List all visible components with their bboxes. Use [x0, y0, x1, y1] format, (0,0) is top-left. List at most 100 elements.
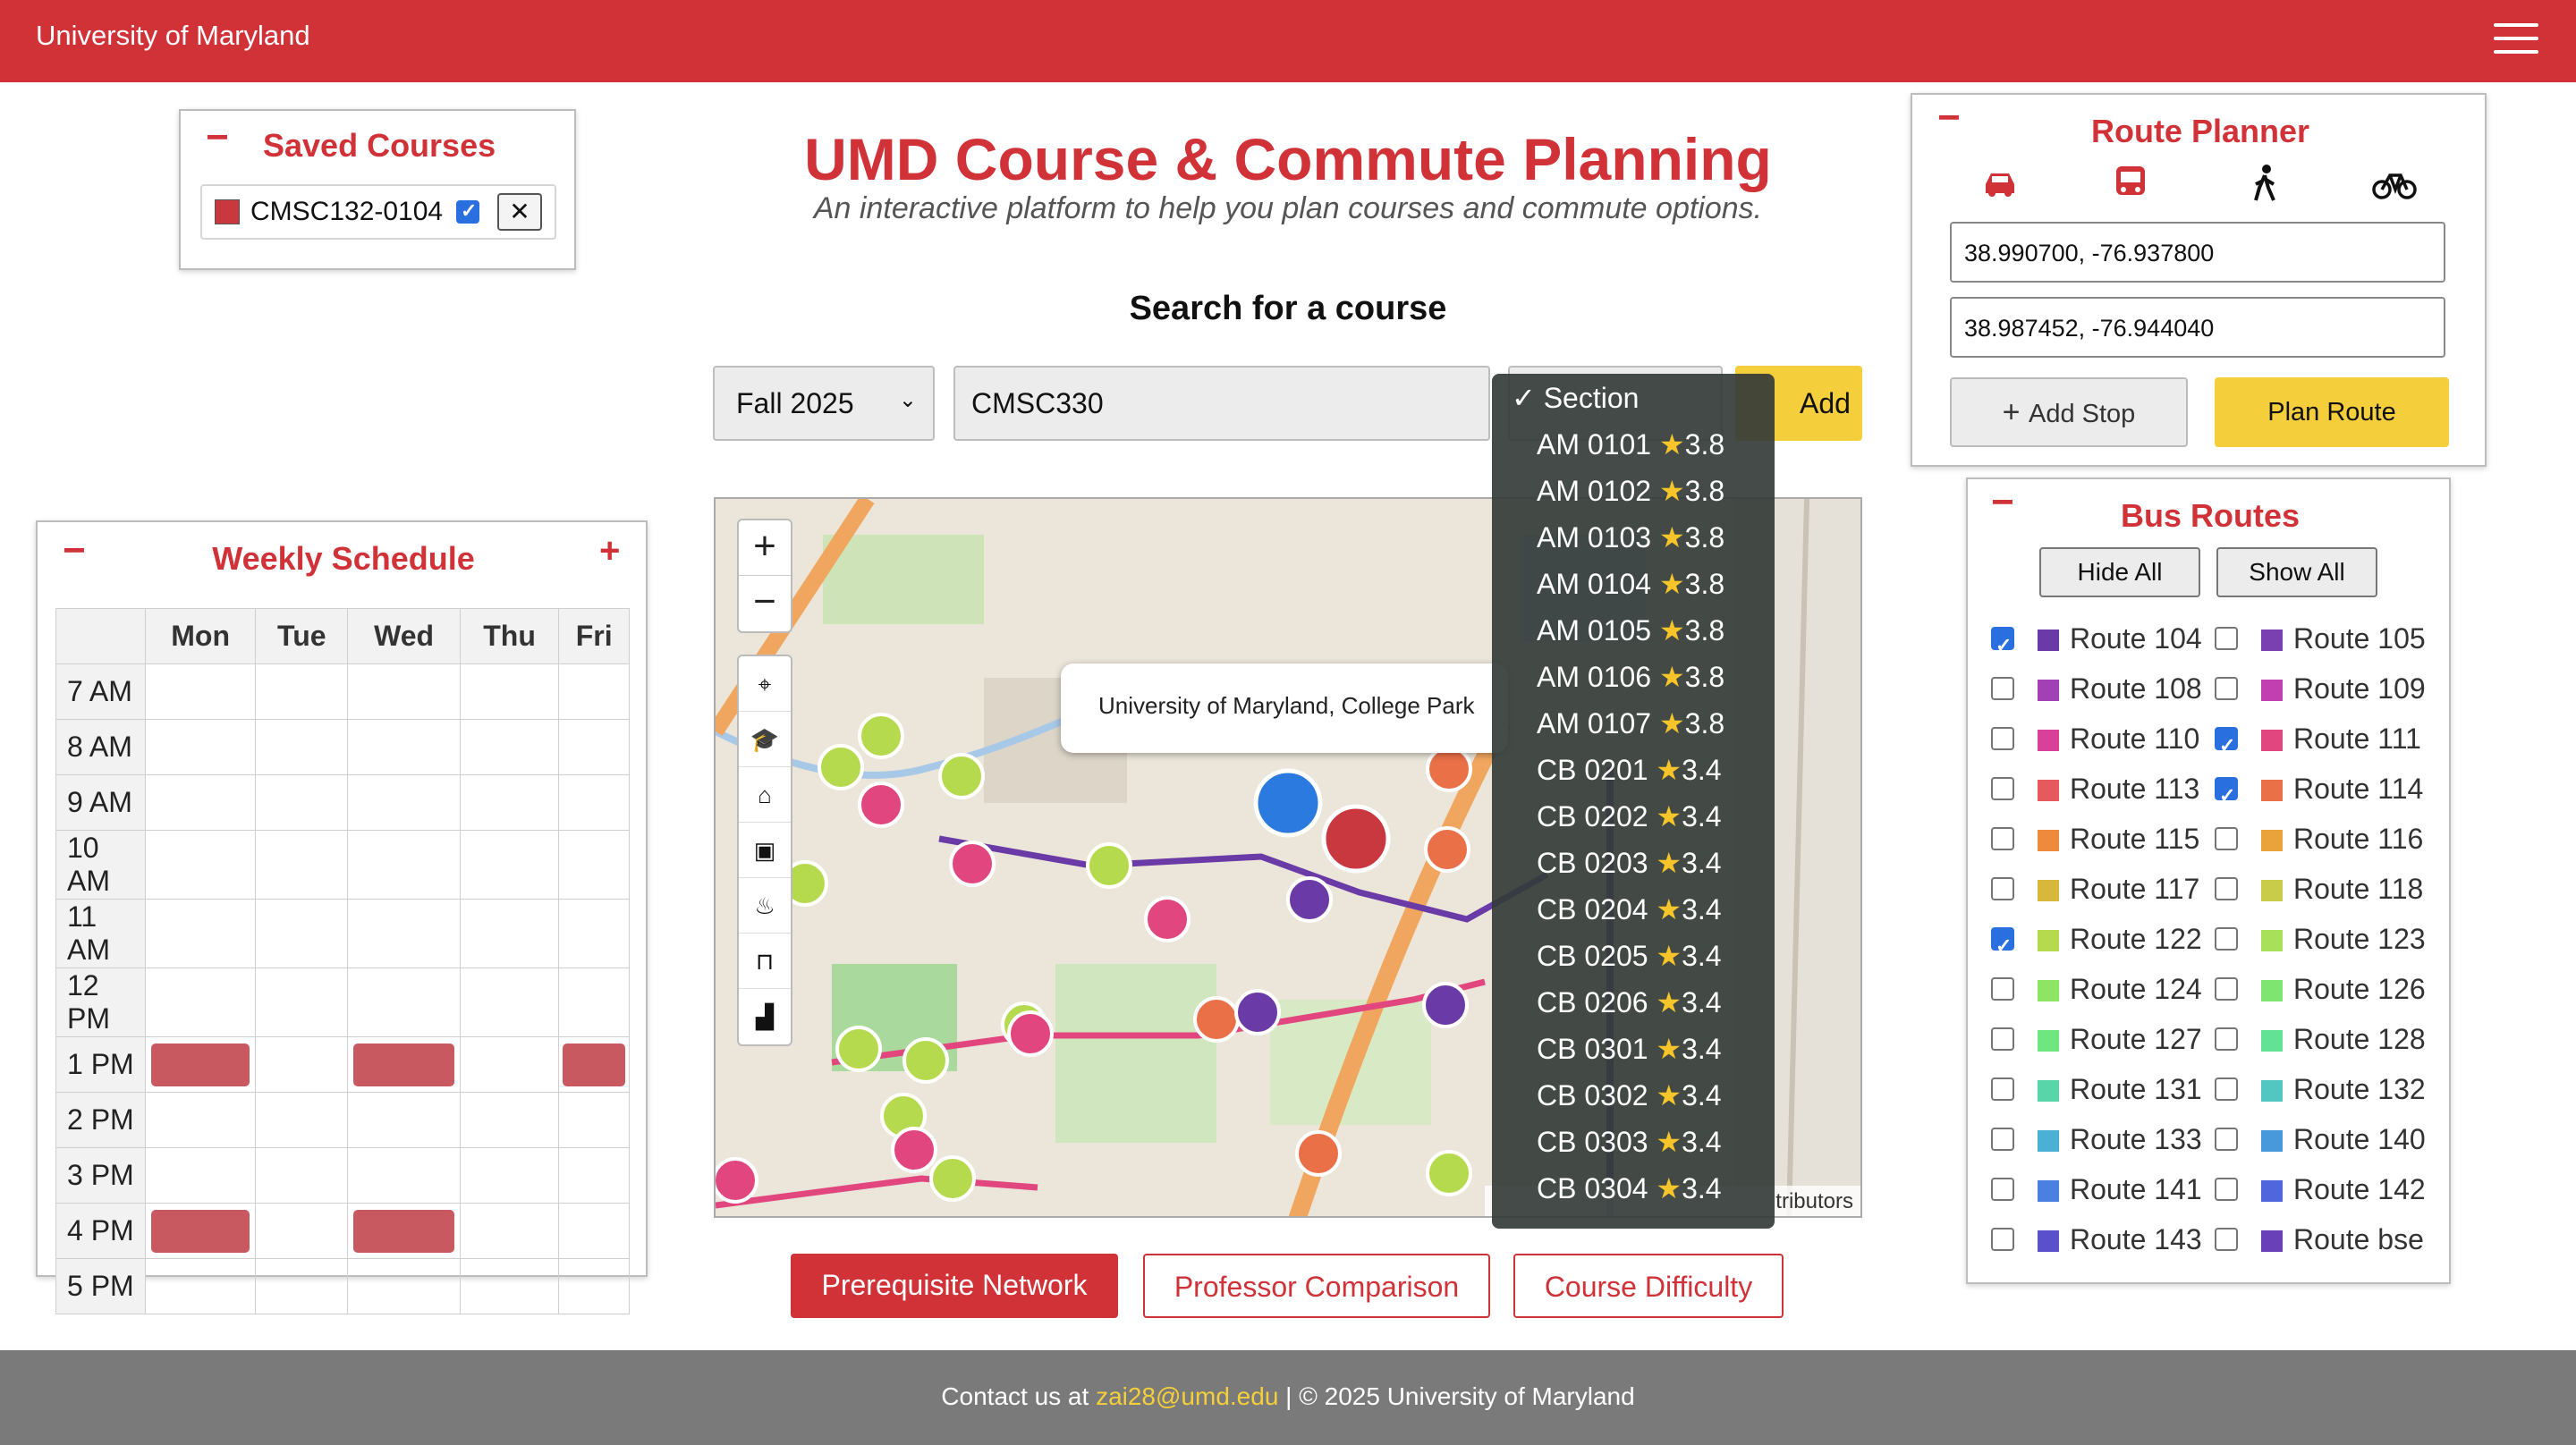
route-checkbox[interactable]: [2215, 977, 2238, 1001]
section-option[interactable]: AM 0106 ★3.8: [1492, 660, 1775, 706]
schedule-cell[interactable]: [255, 1258, 349, 1314]
section-option[interactable]: CB 0202 ★3.4: [1492, 799, 1775, 846]
bus-route-item[interactable]: Route 110: [1991, 721, 2206, 756]
schedule-cell[interactable]: [255, 1203, 349, 1259]
schedule-cell[interactable]: [459, 968, 560, 1037]
route-checkbox[interactable]: [2215, 927, 2238, 951]
route-checkbox[interactable]: [1991, 727, 2014, 750]
schedule-cell[interactable]: [144, 968, 257, 1037]
route-checkbox[interactable]: [1991, 1178, 2014, 1201]
bus-route-item[interactable]: Route 124: [1991, 971, 2206, 1007]
route-checkbox[interactable]: [2215, 1027, 2238, 1051]
schedule-cell[interactable]: [558, 663, 630, 720]
route-checkbox[interactable]: [1991, 1077, 2014, 1101]
bus-route-item[interactable]: Route 105: [2215, 621, 2429, 656]
section-option[interactable]: AM 0102 ★3.8: [1492, 474, 1775, 520]
section-option[interactable]: CB 0204 ★3.4: [1492, 892, 1775, 939]
section-dropdown-header[interactable]: ✓ Section: [1492, 381, 1775, 427]
schedule-cell[interactable]: [347, 899, 461, 968]
schedule-cell[interactable]: [347, 1258, 461, 1314]
route-checkbox[interactable]: [1991, 677, 2014, 700]
section-option[interactable]: CB 0302 ★3.4: [1492, 1078, 1775, 1125]
schedule-cell[interactable]: [459, 1147, 560, 1204]
schedule-cell[interactable]: [347, 1147, 461, 1204]
bus-route-item[interactable]: Route 115: [1991, 821, 2206, 857]
hide-all-button[interactable]: Hide All: [2039, 547, 2200, 597]
schedule-cell[interactable]: [255, 774, 349, 831]
car-icon[interactable]: [1980, 166, 2020, 199]
locate-icon[interactable]: ⌖: [739, 656, 791, 712]
bus-route-item[interactable]: Route 104: [1991, 621, 2206, 656]
route-checkbox[interactable]: [1991, 777, 2014, 800]
class-block[interactable]: [563, 1043, 625, 1086]
add-stop-button[interactable]: + Add Stop: [1950, 377, 2188, 447]
bus-route-item[interactable]: Route 108: [1991, 671, 2206, 706]
schedule-cell[interactable]: [347, 1036, 461, 1093]
section-option[interactable]: AM 0103 ★3.8: [1492, 520, 1775, 567]
bus-route-item[interactable]: Route bse: [2215, 1221, 2429, 1257]
route-checkbox[interactable]: [1991, 1228, 2014, 1251]
schedule-cell[interactable]: [255, 719, 349, 775]
bus-route-item[interactable]: Route 122: [1991, 921, 2206, 957]
route-checkbox[interactable]: [1991, 927, 2014, 951]
prerequisite-network-button[interactable]: Prerequisite Network: [791, 1254, 1118, 1318]
schedule-cell[interactable]: [144, 719, 257, 775]
plan-route-button[interactable]: Plan Route: [2215, 377, 2449, 447]
section-option[interactable]: AM 0107 ★3.8: [1492, 706, 1775, 753]
walk-icon[interactable]: [2249, 165, 2281, 202]
schedule-cell[interactable]: [144, 1258, 257, 1314]
route-checkbox[interactable]: [2215, 1228, 2238, 1251]
schedule-cell[interactable]: [347, 774, 461, 831]
chart-icon[interactable]: ▟: [739, 989, 791, 1044]
schedule-cell[interactable]: [459, 774, 560, 831]
schedule-cell[interactable]: [347, 830, 461, 900]
origin-input[interactable]: 38.990700, -76.937800: [1950, 222, 2445, 283]
schedule-cell[interactable]: [255, 968, 349, 1037]
schedule-cell[interactable]: [558, 899, 630, 968]
schedule-cell[interactable]: [144, 1147, 257, 1204]
bus-route-item[interactable]: Route 126: [2215, 971, 2429, 1007]
route-checkbox[interactable]: [1991, 827, 2014, 850]
professor-comparison-button[interactable]: Professor Comparison: [1143, 1254, 1490, 1318]
class-block[interactable]: [353, 1043, 454, 1086]
schedule-cell[interactable]: [144, 774, 257, 831]
schedule-cell[interactable]: [255, 830, 349, 900]
contact-email-link[interactable]: zai28@umd.edu: [1096, 1382, 1278, 1410]
graduation-cap-icon[interactable]: 🎓: [739, 712, 791, 767]
schedule-cell[interactable]: [255, 1092, 349, 1148]
schedule-cell[interactable]: [347, 1203, 461, 1259]
schedule-cell[interactable]: [347, 968, 461, 1037]
bus-route-item[interactable]: Route 132: [2215, 1071, 2429, 1107]
course-search-input[interactable]: CMSC330: [953, 366, 1490, 441]
bus-route-item[interactable]: Route 143: [1991, 1221, 2206, 1257]
schedule-cell[interactable]: [144, 1036, 257, 1093]
route-checkbox[interactable]: [2215, 827, 2238, 850]
section-option[interactable]: CB 0301 ★3.4: [1492, 1032, 1775, 1078]
route-checkbox[interactable]: [2215, 877, 2238, 900]
schedule-cell[interactable]: [255, 1147, 349, 1204]
class-block[interactable]: [150, 1043, 250, 1086]
term-select[interactable]: Fall 2025 ⌄: [713, 366, 935, 441]
schedule-cell[interactable]: [144, 899, 257, 968]
route-checkbox[interactable]: [1991, 1128, 2014, 1151]
bus-route-item[interactable]: Route 113: [1991, 771, 2206, 807]
schedule-cell[interactable]: [459, 663, 560, 720]
expand-schedule-icon[interactable]: +: [599, 533, 620, 569]
bus-route-item[interactable]: Route 114: [2215, 771, 2429, 807]
schedule-cell[interactable]: [144, 1092, 257, 1148]
schedule-cell[interactable]: [144, 1203, 257, 1259]
schedule-cell[interactable]: [347, 719, 461, 775]
section-option[interactable]: AM 0101 ★3.8: [1492, 427, 1775, 474]
bus-route-item[interactable]: Route 116: [2215, 821, 2429, 857]
bike-icon[interactable]: [2372, 166, 2417, 200]
class-block[interactable]: [150, 1209, 250, 1253]
class-block[interactable]: [353, 1209, 454, 1253]
section-option[interactable]: AM 0105 ★3.8: [1492, 613, 1775, 660]
route-checkbox[interactable]: [1991, 1027, 2014, 1051]
schedule-cell[interactable]: [558, 1036, 630, 1093]
route-checkbox[interactable]: [2215, 777, 2238, 800]
schedule-cell[interactable]: [459, 1258, 560, 1314]
route-checkbox[interactable]: [2215, 627, 2238, 650]
schedule-cell[interactable]: [347, 663, 461, 720]
bus-route-item[interactable]: Route 140: [2215, 1121, 2429, 1157]
